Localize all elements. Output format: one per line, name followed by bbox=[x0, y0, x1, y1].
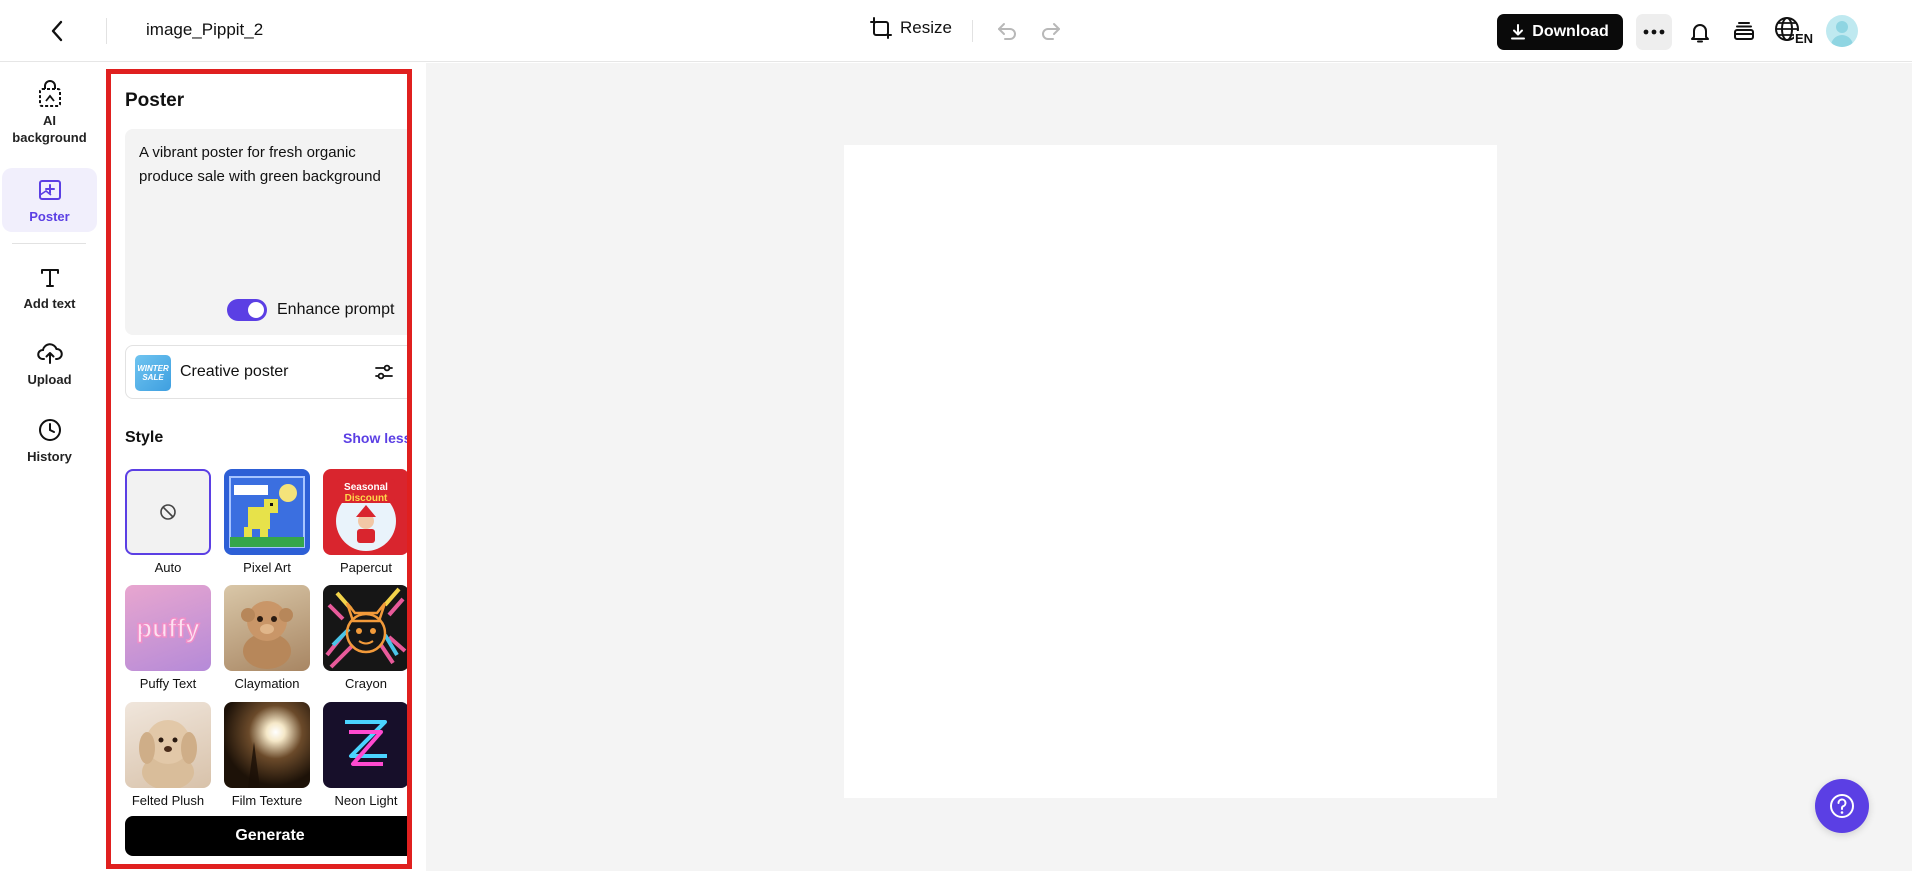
style-thumbnail: puffy bbox=[125, 585, 211, 671]
toggle-switch[interactable] bbox=[227, 299, 267, 321]
avatar-head bbox=[1836, 21, 1848, 33]
style-thumbnail bbox=[125, 469, 211, 555]
sidebar-item-history[interactable]: History bbox=[2, 408, 97, 472]
upload-icon bbox=[36, 339, 64, 367]
sidebar-item-label: AI background bbox=[12, 113, 87, 145]
resize-button[interactable]: Resize bbox=[870, 17, 952, 39]
style-thumbnail bbox=[224, 469, 310, 555]
language-button[interactable]: EN bbox=[1774, 16, 1815, 48]
design-canvas[interactable] bbox=[844, 145, 1497, 798]
canvas-workspace[interactable] bbox=[426, 63, 1912, 871]
style-tile-claymation[interactable]: Claymation bbox=[224, 585, 310, 691]
text-icon bbox=[36, 263, 64, 291]
download-button[interactable]: Download bbox=[1497, 14, 1623, 50]
style-thumbnail bbox=[323, 585, 407, 671]
avatar-body bbox=[1831, 35, 1853, 47]
style-name: Neon Light bbox=[334, 793, 398, 808]
language-code: EN bbox=[1794, 31, 1815, 46]
sidebar-item-label: Upload bbox=[27, 371, 72, 387]
style-thumbnail: Seasonal Discount bbox=[323, 469, 407, 555]
style-thumbnail bbox=[125, 702, 211, 788]
redo-icon bbox=[1042, 23, 1060, 40]
style-name: Papercut bbox=[339, 560, 393, 575]
style-name: Pixel Art bbox=[243, 560, 291, 575]
avatar[interactable] bbox=[1826, 15, 1858, 47]
style-thumbnail bbox=[323, 702, 407, 788]
style-thumbnail bbox=[224, 585, 310, 671]
style-tile-film-texture[interactable]: Film Texture bbox=[224, 702, 310, 808]
svg-text:Seasonal: Seasonal bbox=[344, 482, 388, 493]
sidebar-item-label: Add text bbox=[23, 295, 76, 311]
style-name: Felted Plush bbox=[131, 793, 205, 808]
style-name: Claymation bbox=[234, 676, 300, 691]
question-icon bbox=[1830, 794, 1854, 818]
undo-icon bbox=[998, 23, 1016, 40]
enhance-prompt-toggle[interactable]: Enhance prompt bbox=[227, 299, 394, 321]
bell-icon bbox=[1691, 24, 1709, 43]
ai-background-icon bbox=[36, 80, 64, 108]
no-style-icon bbox=[160, 504, 176, 520]
resize-icon bbox=[870, 17, 892, 39]
download-icon bbox=[1511, 24, 1526, 40]
style-tile-felted-plush[interactable]: Felted Plush bbox=[125, 702, 211, 808]
chevron-left-icon bbox=[51, 20, 63, 42]
sidebar-item-upload[interactable]: Upload bbox=[2, 331, 97, 395]
top-bar: image_Pippit_20 Resize Download EN bbox=[0, 0, 1912, 62]
panel-title: Poster bbox=[125, 90, 185, 111]
template-thumbnail: WINTER SALE bbox=[135, 355, 171, 391]
style-tile-pixel-art[interactable]: Pixel Art bbox=[224, 469, 310, 575]
projects-button[interactable] bbox=[1730, 18, 1758, 46]
poster-panel: Poster A vibrant poster for fresh organi… bbox=[106, 69, 412, 869]
style-heading: Style bbox=[125, 429, 164, 446]
settings-sliders-icon[interactable] bbox=[374, 362, 396, 384]
show-less-link[interactable]: Show less bbox=[343, 430, 407, 446]
file-title[interactable]: image_Pippit_20 bbox=[146, 20, 264, 40]
sidebar-item-ai-background[interactable]: AI background bbox=[2, 68, 97, 158]
notifications-button[interactable] bbox=[1686, 18, 1714, 46]
style-tile-neon-light[interactable]: Neon Light bbox=[323, 702, 407, 808]
more-horizontal-icon bbox=[1643, 29, 1665, 35]
download-label: Download bbox=[1532, 23, 1609, 40]
svg-text:puffy: puffy bbox=[136, 613, 200, 643]
prompt-input[interactable]: A vibrant poster for fresh organic produ… bbox=[125, 129, 407, 335]
style-tile-papercut[interactable]: Seasonal Discount Papercut bbox=[323, 469, 407, 575]
style-tile-puffy-text[interactable]: puffy Puffy Text bbox=[125, 585, 211, 691]
style-name: Film Texture bbox=[231, 793, 303, 808]
divider bbox=[12, 243, 86, 244]
style-name: Auto bbox=[154, 560, 182, 575]
divider bbox=[972, 20, 973, 42]
generate-button[interactable]: Generate bbox=[125, 816, 407, 856]
back-button[interactable] bbox=[44, 18, 70, 44]
resize-label: Resize bbox=[900, 18, 952, 37]
style-thumbnail bbox=[224, 702, 310, 788]
divider bbox=[106, 18, 107, 44]
style-tile-crayon[interactable]: Crayon bbox=[323, 585, 407, 691]
svg-text:Discount: Discount bbox=[345, 493, 388, 504]
history-icon bbox=[36, 416, 64, 444]
prompt-text[interactable]: A vibrant poster for fresh organic produ… bbox=[139, 141, 401, 189]
template-selector[interactable]: WINTER SALE Creative poster bbox=[125, 345, 407, 399]
template-label: Creative poster bbox=[180, 363, 289, 380]
help-button[interactable] bbox=[1815, 779, 1869, 833]
undo-button[interactable] bbox=[994, 18, 1020, 44]
toggle-knob bbox=[248, 302, 264, 318]
stack-icon bbox=[1734, 22, 1754, 40]
sidebar-item-add-text[interactable]: Add text bbox=[2, 255, 97, 319]
style-name: Crayon bbox=[345, 676, 387, 691]
left-rail: AI background Poster Add text Upload His… bbox=[0, 63, 98, 871]
sidebar-item-label: History bbox=[27, 448, 72, 464]
redo-button[interactable] bbox=[1038, 18, 1064, 44]
poster-icon bbox=[36, 176, 64, 204]
style-name: Puffy Text bbox=[139, 676, 197, 691]
style-tile-auto[interactable]: Auto bbox=[125, 469, 211, 575]
enhance-prompt-label: Enhance prompt bbox=[277, 301, 395, 318]
sidebar-item-label: Poster bbox=[29, 208, 70, 224]
more-options-button[interactable] bbox=[1636, 14, 1672, 50]
sidebar-item-poster[interactable]: Poster bbox=[2, 168, 97, 232]
